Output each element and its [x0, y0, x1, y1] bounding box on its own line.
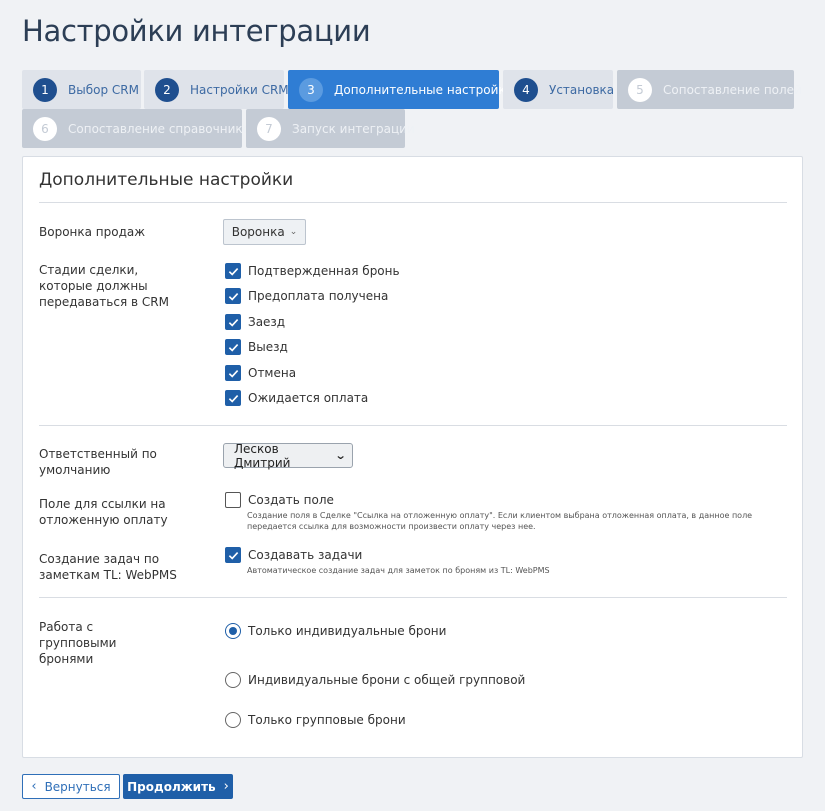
funnel-label: Воронка продаж	[39, 225, 146, 239]
back-button[interactable]: ‹ Вернуться	[22, 774, 120, 799]
stage-checkbox-row[interactable]: Отмена	[225, 365, 296, 381]
responsible-value: Лесков Дмитрий	[234, 441, 291, 470]
step-label: Сопоставление справочников	[68, 121, 258, 136]
panel-title: Дополнительные настройки	[39, 170, 294, 190]
continue-button-label: Продолжить	[127, 779, 216, 794]
tasks-help: Автоматическое создание задач для замето…	[247, 566, 550, 575]
tasks-label: Создание задач по заметкам TL: WebPMS	[39, 552, 177, 582]
step-number: 5	[628, 77, 652, 102]
divider	[39, 202, 787, 203]
radio-option[interactable]: Только групповые брони	[225, 712, 406, 728]
settings-panel: Дополнительные настройки Воронка продаж …	[22, 156, 803, 758]
stage-checkbox-row[interactable]: Заезд	[225, 314, 285, 330]
radio-button[interactable]	[225, 672, 241, 688]
step-number: 2	[155, 77, 179, 102]
step-number: 7	[257, 116, 281, 141]
radio-label: Только индивидуальные брони	[248, 624, 447, 638]
step-additional-settings[interactable]: 3 Дополнительные настройки	[288, 70, 513, 109]
checkbox[interactable]	[225, 263, 241, 279]
step-crm-settings[interactable]: 2 Настройки CRM	[144, 70, 289, 109]
radio-option[interactable]: Индивидуальные брони с общей групповой	[225, 672, 525, 688]
group-bookings-label: Работа с групповыми бронями	[39, 620, 117, 666]
radio-option[interactable]: Только индивидуальные брони	[225, 623, 446, 639]
step-label: Запуск интеграции	[292, 121, 415, 136]
divider	[39, 425, 787, 426]
tasks-checkbox-row[interactable]: Создавать задачи	[225, 547, 362, 563]
deferred-link-checkbox-row[interactable]: Создать поле	[225, 492, 334, 508]
checkbox[interactable]	[225, 288, 241, 304]
stage-checkbox-row[interactable]: Подтвержденная бронь	[225, 263, 400, 279]
deferred-link-label: Поле для ссылки на отложенную оплату	[39, 497, 168, 527]
step-label: Выбор CRM	[68, 82, 139, 97]
checkbox-label: Создать поле	[248, 493, 334, 507]
radio-button[interactable]	[225, 712, 241, 728]
step-field-mapping: 5 Сопоставление полей	[617, 70, 802, 109]
checkbox-label: Отмена	[248, 366, 297, 380]
step-number: 1	[33, 77, 57, 102]
checkbox-label: Ожидается оплата	[248, 391, 369, 405]
chevron-down-icon: ⌄	[289, 227, 298, 237]
responsible-select[interactable]: Лесков Дмитрий ⌄	[223, 441, 353, 470]
radio-button[interactable]	[225, 623, 241, 639]
step-label: Дополнительные настройки	[334, 82, 514, 97]
radio-label: Только групповые брони	[248, 713, 406, 727]
chevron-left-icon: ‹	[31, 779, 37, 794]
funnel-select[interactable]: Воронка ⌄	[223, 219, 306, 245]
checkbox-label: Предоплата получена	[248, 289, 389, 303]
step-crm-choice[interactable]: 1 Выбор CRM	[22, 70, 141, 109]
checkbox[interactable]	[225, 390, 241, 406]
funnel-value: Воронка	[231, 225, 285, 239]
divider	[39, 597, 787, 598]
step-label: Установка	[549, 82, 615, 97]
chevron-down-icon: ⌄	[334, 449, 347, 462]
checkbox[interactable]	[225, 492, 241, 508]
continue-button[interactable]: Продолжить ›	[123, 774, 233, 799]
checkbox[interactable]	[225, 547, 241, 563]
stage-checkbox-row[interactable]: Предоплата получена	[225, 288, 388, 304]
checkbox[interactable]	[225, 314, 241, 330]
deferred-link-help: Создание поля в Сделке "Ссылка на отложе…	[247, 511, 753, 531]
responsible-label: Ответственный по умолчанию	[39, 447, 157, 477]
step-launch: 7 Запуск интеграции	[246, 109, 415, 148]
page-title: Настройки интеграции	[22, 14, 371, 48]
checkbox[interactable]	[225, 339, 241, 355]
step-number: 3	[299, 77, 323, 102]
chevron-right-icon: ›	[223, 779, 229, 794]
step-number: 6	[33, 116, 57, 141]
step-install[interactable]: 4 Установка	[503, 70, 615, 109]
checkbox-label: Подтвержденная бронь	[248, 264, 400, 278]
checkbox-label: Заезд	[248, 315, 286, 329]
checkbox-label: Выезд	[248, 340, 288, 354]
step-label: Настройки CRM	[190, 82, 289, 97]
step-label: Сопоставление полей	[663, 82, 802, 97]
stage-checkbox-row[interactable]: Выезд	[225, 339, 288, 355]
radio-label: Индивидуальные брони с общей групповой	[248, 673, 526, 687]
step-dictionary-mapping: 6 Сопоставление справочников	[22, 109, 257, 148]
back-button-label: Вернуться	[44, 779, 111, 794]
stage-checkbox-row[interactable]: Ожидается оплата	[225, 390, 368, 406]
checkbox[interactable]	[225, 365, 241, 381]
step-number: 4	[514, 77, 538, 102]
checkbox-label: Создавать задачи	[248, 548, 363, 562]
stages-label: Стадии сделки, которые должны передавать…	[39, 263, 169, 309]
